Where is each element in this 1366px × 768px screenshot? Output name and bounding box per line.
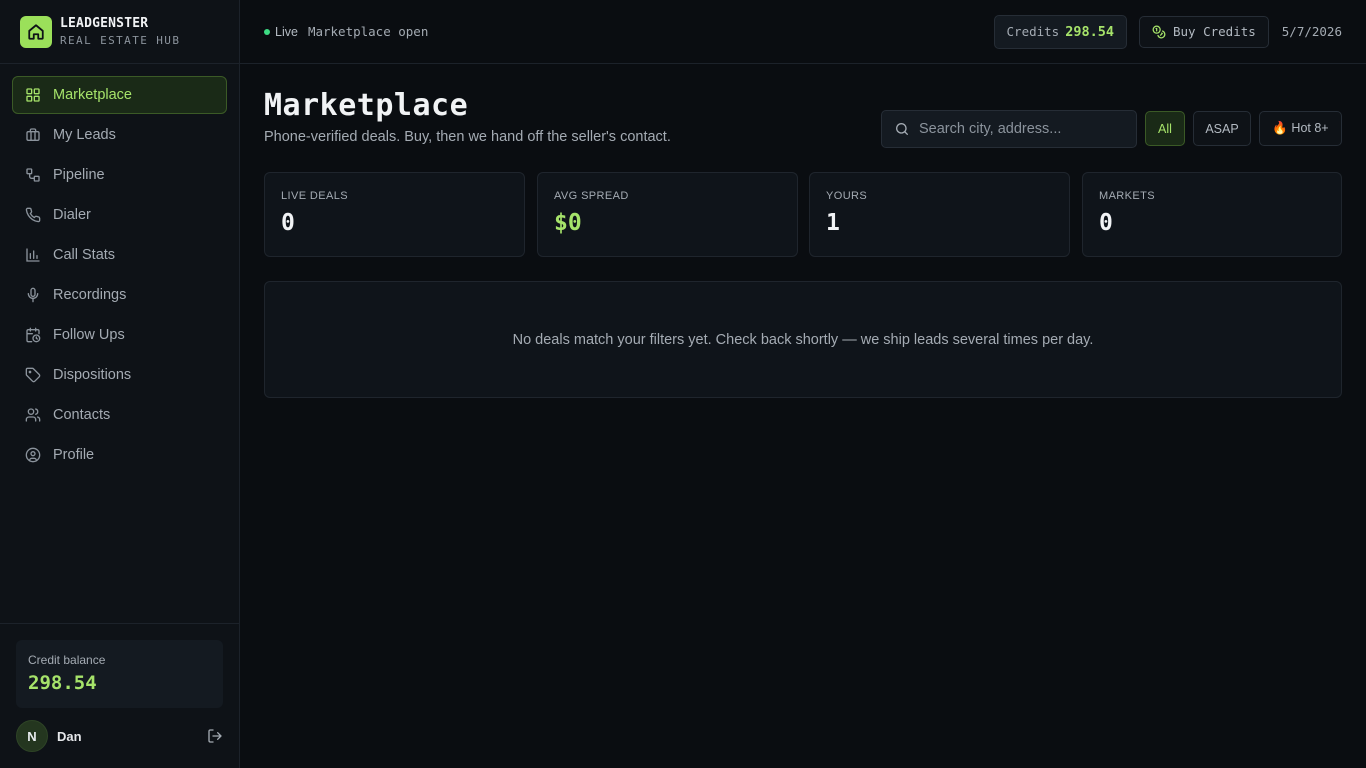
sidebar-item-label: Dialer (53, 207, 91, 223)
sidebar-item-marketplace[interactable]: Marketplace (12, 76, 227, 114)
sidebar-item-dialer[interactable]: Dialer (12, 196, 227, 234)
tag-icon (25, 367, 41, 383)
sidebar-nav: Marketplace My Leads Pipeline Dialer Cal… (0, 64, 239, 474)
stat-label: AVG SPREAD (554, 190, 629, 202)
sidebar: LEADGENSTER REAL ESTATE HUB Marketplace … (0, 0, 240, 768)
user-name: Dan (57, 728, 82, 744)
live-label: Live (275, 24, 298, 39)
credits-value: 298.54 (1065, 23, 1114, 40)
sidebar-item-my-leads[interactable]: My Leads (12, 116, 227, 154)
filter-all-button[interactable]: All (1145, 111, 1185, 146)
filter-asap-button[interactable]: ASAP (1193, 111, 1251, 146)
user-row: N Dan (16, 720, 223, 752)
page-subtitle: Phone-verified deals. Buy, then we hand … (264, 129, 671, 145)
buy-credits-button[interactable]: Buy Credits (1138, 15, 1269, 48)
sidebar-item-contacts[interactable]: Contacts (12, 396, 227, 434)
briefcase-icon (25, 127, 41, 143)
topbar: Live Marketplace open Credits 298.54 Buy… (240, 0, 1366, 64)
sidebar-item-label: Contacts (53, 407, 111, 423)
credit-balance-value: 298.54 (28, 672, 97, 694)
bar-chart-icon (25, 247, 41, 263)
credits-pill: Credits 298.54 (993, 14, 1127, 49)
sidebar-item-label: Call Stats (53, 247, 116, 263)
phone-icon (25, 207, 41, 223)
live-indicator-dot (264, 28, 270, 35)
stat-value: 1 (826, 210, 840, 236)
avatar[interactable]: N (16, 720, 48, 752)
coins-icon (1152, 25, 1166, 39)
filter-hot-button[interactable]: 🔥 Hot 8+ (1259, 111, 1342, 146)
stat-card-avg-spread: AVG SPREAD $0 (537, 172, 798, 257)
credits-label: Credits (1006, 24, 1060, 39)
empty-state-message: No deals match your filters yet. Check b… (264, 281, 1342, 398)
sidebar-item-label: Dispositions (53, 367, 132, 383)
sidebar-item-pipeline[interactable]: Pipeline (12, 156, 227, 194)
microphone-icon (25, 287, 41, 303)
sidebar-item-label: My Leads (53, 127, 116, 143)
search-icon (894, 121, 910, 137)
home-icon[interactable] (20, 15, 52, 48)
buy-credits-label: Buy Credits (1172, 24, 1256, 39)
sidebar-item-label: Follow Ups (53, 327, 125, 343)
sidebar-item-label: Pipeline (53, 167, 105, 183)
brand-name: LEADGENSTER (60, 16, 149, 31)
sidebar-item-profile[interactable]: Profile (12, 436, 227, 474)
stat-label: LIVE DEALS (281, 190, 348, 202)
sidebar-item-label: Recordings (53, 287, 127, 303)
page-title: Marketplace (264, 88, 469, 123)
sidebar-item-label: Marketplace (53, 87, 132, 103)
stat-card-markets: MARKETS 0 (1082, 172, 1342, 257)
credit-balance-card: Credit balance 298.54 (16, 640, 223, 708)
logout-icon[interactable] (207, 728, 223, 744)
stat-value: 0 (281, 210, 295, 236)
search-box (881, 110, 1137, 148)
users-icon (25, 407, 41, 423)
sidebar-item-label: Profile (53, 447, 95, 463)
user-circle-icon (25, 447, 41, 463)
sidebar-item-call-stats[interactable]: Call Stats (12, 236, 227, 274)
grid-icon (25, 87, 41, 103)
stat-value: 0 (1099, 210, 1113, 236)
current-date: 5/7/2026 (1281, 24, 1342, 39)
calendar-clock-icon (25, 327, 41, 343)
sidebar-item-follow-ups[interactable]: Follow Ups (12, 316, 227, 354)
sidebar-item-recordings[interactable]: Recordings (12, 276, 227, 314)
sidebar-divider (0, 623, 239, 624)
stat-label: YOURS (826, 190, 868, 202)
search-input[interactable] (919, 121, 1119, 137)
credit-balance-label: Credit balance (28, 653, 106, 667)
marketplace-status: Marketplace open (307, 24, 429, 39)
sidebar-item-dispositions[interactable]: Dispositions (12, 356, 227, 394)
brand-subtitle: REAL ESTATE HUB (60, 34, 181, 47)
stat-card-yours: YOURS 1 (809, 172, 1070, 257)
stat-value: $0 (554, 210, 582, 236)
workflow-icon (25, 167, 41, 183)
stat-card-live-deals: LIVE DEALS 0 (264, 172, 525, 257)
brand: LEADGENSTER REAL ESTATE HUB (0, 0, 239, 64)
stat-label: MARKETS (1099, 190, 1155, 202)
